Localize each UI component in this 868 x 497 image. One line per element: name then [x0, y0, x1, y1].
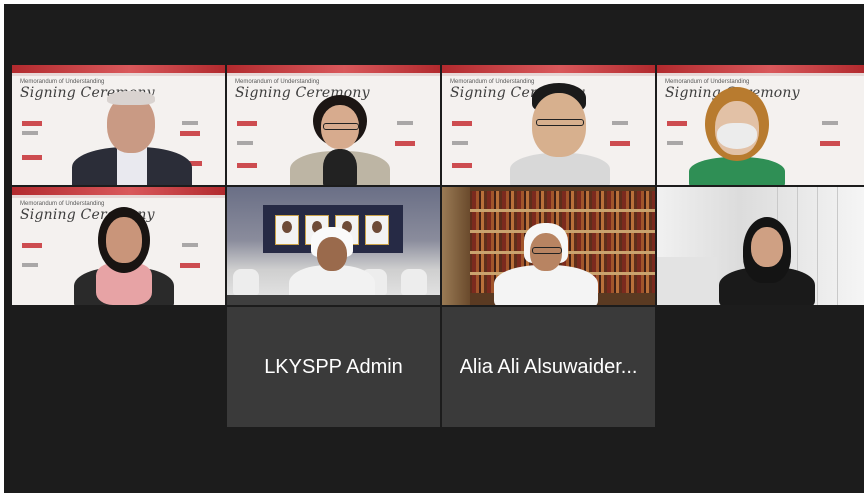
participant-video — [285, 93, 395, 185]
video-tile-slide-man-glasses[interactable]: Memorandum of Understanding Signing Cere… — [442, 65, 655, 185]
video-call-gallery: Memorandum of Understanding Signing Cere… — [4, 4, 864, 493]
participant-video — [494, 223, 598, 305]
participant-tile-alia[interactable]: Alia Ali Alsuwaider... — [442, 307, 655, 427]
participant-name: Alia Ali Alsuwaider... — [459, 355, 638, 378]
video-tile-slide-woman-headset[interactable]: Memorandum of Understanding Signing Cere… — [227, 65, 440, 185]
participant-video — [687, 87, 787, 185]
participant-tile-lkyspp-admin[interactable]: LKYSPP Admin — [227, 307, 440, 427]
participant-video — [289, 227, 375, 305]
video-tile-library[interactable] — [442, 187, 655, 305]
participant-video — [715, 217, 819, 305]
participant-name: LKYSPP Admin — [264, 355, 403, 378]
video-tile-office-room[interactable] — [227, 187, 440, 305]
video-tile-slide-man[interactable]: Memorandum of Understanding Signing Cere… — [12, 65, 225, 185]
video-tile-slide-woman-scarf[interactable]: Memorandum of Understanding Signing Cere… — [12, 187, 225, 305]
participant-video — [67, 85, 197, 185]
participant-video — [510, 79, 610, 185]
video-tile-window-room[interactable] — [657, 187, 864, 305]
participant-video — [74, 207, 174, 305]
video-tile-slide-woman-mask[interactable]: Memorandum of Understanding Signing Cere… — [657, 65, 864, 185]
